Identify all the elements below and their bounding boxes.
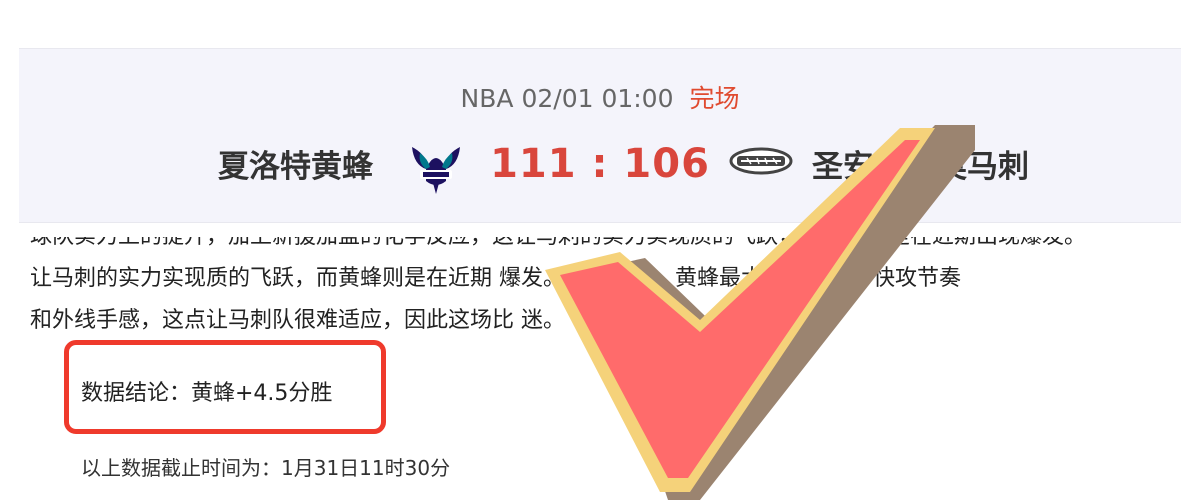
article-line: 让马刺的实力实现质的飞跃，而黄蜂则是在近期 爆发。目前来看，黄蜂最大的优势在于快…: [30, 266, 961, 291]
away-team-name: 圣安东尼奥马刺: [812, 149, 1029, 185]
spurs-logo-icon: [729, 147, 793, 175]
league-label: NBA: [460, 84, 514, 113]
match-meta: NBA 02/01 01:00 完场: [19, 79, 1181, 115]
article-line: 和外线手感，这点让马刺队很难适应，因此这场比 迷。: [30, 308, 565, 333]
match-datetime: 02/01 01:00: [521, 84, 674, 113]
match-scorebar[interactable]: NBA 02/01 01:00 完场 夏洛特黄蜂 111 : 106 圣安东尼奥…: [19, 48, 1181, 223]
data-cutoff-note: 以上数据截止时间为：1月31日11时30分: [81, 456, 451, 480]
match-status: 完场: [689, 84, 740, 113]
data-conclusion: 数据结论：黄蜂+4.5分胜: [81, 381, 333, 406]
article-line-partial: 球队实力上的提升，加上新援加盟的化学反应，这让马刺的实力实现质的飞跃，而黄蜂则是…: [30, 224, 1087, 249]
